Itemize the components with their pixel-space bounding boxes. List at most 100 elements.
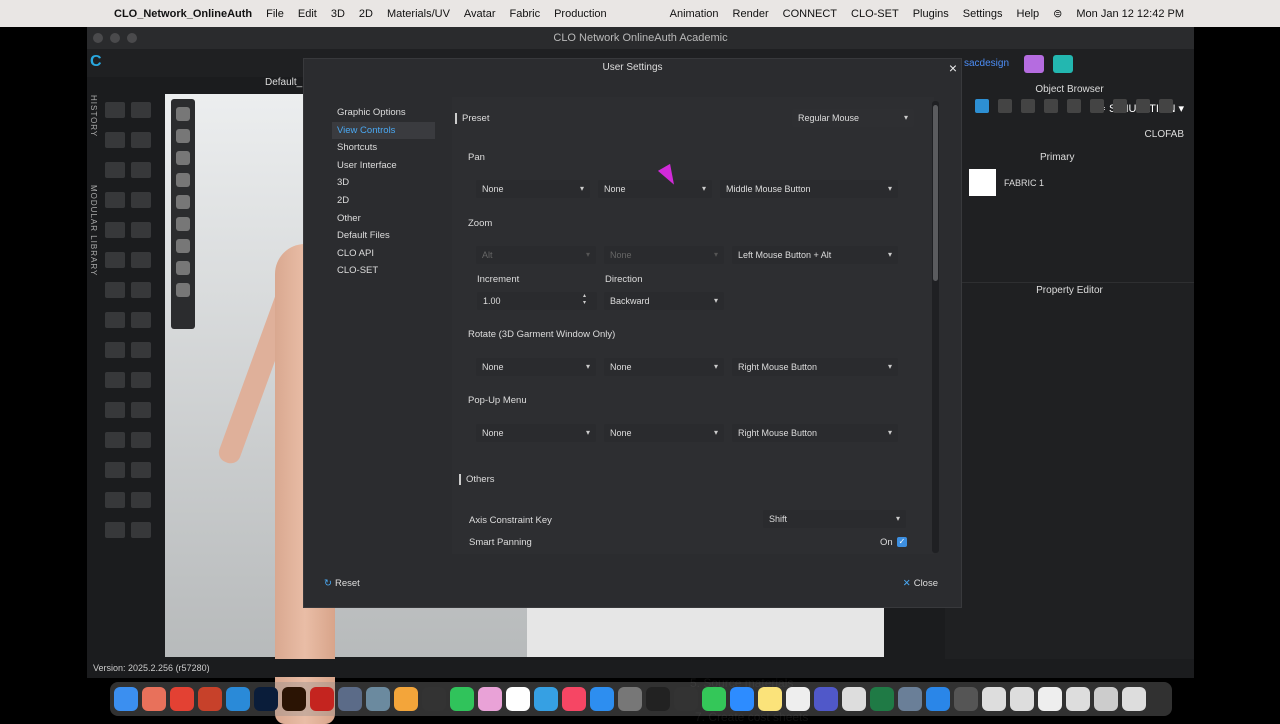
chrome-icon[interactable] [170,687,194,711]
rotate-modifier-1-dropdown[interactable]: None [476,358,596,376]
menu-avatar[interactable]: Avatar [464,8,496,20]
smart-panning-checkbox[interactable]: ✓ [897,537,907,547]
fabric-tab-icon[interactable] [975,99,989,113]
garment-icon[interactable] [176,151,190,165]
shoe-tab-icon[interactable] [1159,99,1173,113]
tool-icon[interactable] [131,432,151,448]
reset-button[interactable]: ↻ Reset [324,578,363,589]
pan-modifier-2-dropdown[interactable]: None [598,180,712,198]
tool-icon[interactable] [131,162,151,178]
tool-icon[interactable] [131,132,151,148]
menu-production[interactable]: Production [554,8,607,20]
menu-closet[interactable]: CLO-SET [851,8,899,20]
preset-dropdown[interactable]: Regular Mouse [792,109,914,127]
zoom-button-dropdown[interactable]: Left Mouse Button + Alt [732,246,898,264]
document-thumb-icon[interactable] [982,687,1006,711]
nav-clo-set[interactable]: CLO-SET [332,262,435,280]
tool-icon[interactable] [131,312,151,328]
menu-fabric[interactable]: Fabric [510,8,541,20]
2d-pattern-window[interactable] [527,607,884,657]
nav-3d[interactable]: 3D [332,174,435,192]
menu-help[interactable]: Help [1017,8,1040,20]
trim-tab-icon[interactable] [1113,99,1127,113]
rotate-button-dropdown[interactable]: Right Mouse Button [732,358,898,376]
window-controls[interactable] [93,33,137,43]
garment-icon[interactable] [176,173,190,187]
ds-app-icon[interactable] [646,687,670,711]
document-thumb-icon[interactable] [1010,687,1034,711]
settings-scrollbar[interactable] [932,101,939,553]
menu-3d[interactable]: 3D [331,8,345,20]
pan-button-dropdown[interactable]: Middle Mouse Button [720,180,898,198]
tool-icon[interactable] [105,222,125,238]
menu-connect[interactable]: CONNECT [783,8,837,20]
menu-animation[interactable]: Animation [670,8,719,20]
freeform-icon[interactable] [534,687,558,711]
nav-clo-api[interactable]: CLO API [332,245,435,263]
grid-tab-icon[interactable] [998,99,1012,113]
history-tab[interactable]: HISTORY [89,95,98,137]
tool-icon[interactable] [131,102,151,118]
obs-icon[interactable] [422,687,446,711]
view-icon[interactable] [176,107,190,121]
tool-icon[interactable] [105,402,125,418]
pin-tab-icon[interactable] [1044,99,1058,113]
tool-icon[interactable] [105,192,125,208]
photos-icon[interactable] [478,687,502,711]
textedit-icon[interactable] [786,687,810,711]
avatar-icon[interactable] [176,195,190,209]
menu-plugins[interactable]: Plugins [913,8,949,20]
powerpoint-icon[interactable] [198,687,222,711]
music-icon[interactable] [562,687,586,711]
document-thumb-icon[interactable] [1066,687,1090,711]
pencil-app-icon[interactable] [394,687,418,711]
nav-default-files[interactable]: Default Files [332,227,435,245]
tool-icon[interactable] [131,372,151,388]
axis-constraint-dropdown[interactable]: Shift [763,510,906,528]
acrobat-icon[interactable] [310,687,334,711]
garment-icon[interactable] [176,129,190,143]
tool-network-icon[interactable] [1053,55,1073,73]
move-tool-icon[interactable] [105,132,125,148]
app-icon[interactable] [674,687,698,711]
tool-icon[interactable] [105,312,125,328]
control-center-icon[interactable]: ⊜ [1053,7,1062,20]
popup-modifier-2-dropdown[interactable]: None [604,424,724,442]
document-thumb-icon[interactable] [1094,687,1118,711]
mail-icon[interactable] [338,687,362,711]
tool-icon[interactable] [105,492,125,508]
brush-icon[interactable] [176,217,190,231]
clofab-button[interactable]: CLOFAB [1145,129,1184,140]
numbers-icon[interactable] [702,687,726,711]
menu-datetime[interactable]: Mon Jan 12 12:42 PM [1076,8,1184,20]
user-name[interactable]: sacdesign [964,58,1009,69]
nav-graphic-options[interactable]: Graphic Options [332,104,435,122]
button-tab-icon[interactable] [1021,99,1035,113]
preview-icon[interactable] [366,687,390,711]
globe-icon[interactable] [176,283,190,297]
tool-icon[interactable] [131,402,151,418]
avatar-tab-icon[interactable] [1136,99,1150,113]
screen-sharing-icon[interactable] [898,687,922,711]
tool-magic-icon[interactable] [1024,55,1044,73]
direction-dropdown[interactable]: Backward [604,292,724,310]
menu-app-name[interactable]: CLO_Network_OnlineAuth [114,8,252,20]
tool-icon[interactable] [131,522,151,538]
tool-icon[interactable] [131,492,151,508]
brush-icon[interactable] [176,239,190,253]
tool-icon[interactable] [105,252,125,268]
menu-file[interactable]: File [266,8,284,20]
rotate-modifier-2-dropdown[interactable]: None [604,358,724,376]
tool-icon[interactable] [131,282,151,298]
modular-library-tab[interactable]: MODULAR LIBRARY [89,185,98,276]
popup-modifier-1-dropdown[interactable]: None [476,424,596,442]
notes-icon[interactable] [758,687,782,711]
tool-icon[interactable] [131,192,151,208]
light-icon[interactable] [176,261,190,275]
menu-render[interactable]: Render [733,8,769,20]
nav-user-interface[interactable]: User Interface [332,157,435,175]
messages-icon[interactable] [450,687,474,711]
tool-icon[interactable] [105,162,125,178]
script-icon[interactable] [842,687,866,711]
nav-view-controls[interactable]: View Controls [332,121,435,140]
